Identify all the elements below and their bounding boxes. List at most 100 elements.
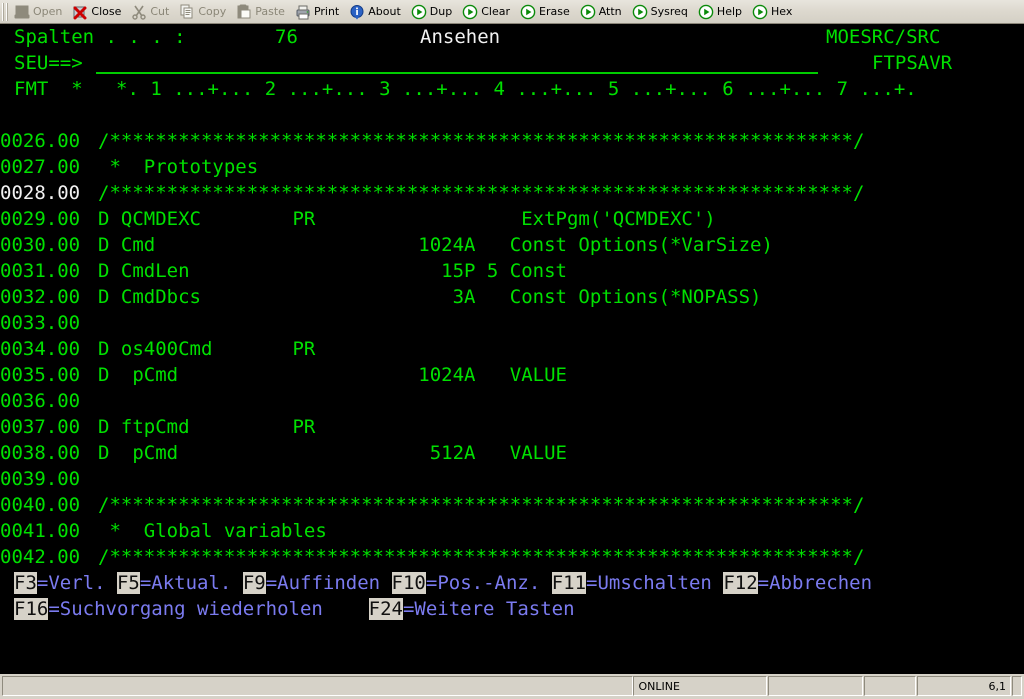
toolbar-button-label: Open bbox=[33, 5, 63, 18]
toolbar-button-sysreq[interactable]: Sysreq bbox=[629, 1, 694, 23]
toolbar-button-dup[interactable]: Dup bbox=[408, 1, 458, 23]
seu-command-label: SEU==> bbox=[14, 52, 83, 74]
source-line-number[interactable]: 0038.00 bbox=[0, 440, 80, 466]
source-line-number[interactable]: 0042.00 bbox=[0, 544, 80, 570]
green-play-icon bbox=[632, 4, 648, 20]
toolbar-button-close[interactable]: Close bbox=[69, 1, 127, 23]
status-panel-trailing bbox=[1011, 676, 1022, 696]
function-key-f24[interactable]: F24 bbox=[368, 598, 403, 620]
column-ruler: *. 1 ...+... 2 ...+... 3 ...+... 4 ...+.… bbox=[116, 78, 917, 100]
green-play-icon bbox=[752, 4, 768, 20]
function-key-f10[interactable]: F10 bbox=[391, 572, 426, 594]
function-key-legend-row-2: F16=Suchvorgang wiederholen F24=Weitere … bbox=[14, 596, 575, 622]
source-line-text[interactable]: D os400Cmd PR bbox=[98, 336, 315, 362]
toolbar-button-attn[interactable]: Attn bbox=[577, 1, 628, 23]
source-line-number[interactable]: 0034.00 bbox=[0, 336, 80, 362]
copy-pages-icon bbox=[179, 4, 195, 20]
columns-label: Spalten . . . : bbox=[14, 26, 186, 48]
toolbar-button-label: Close bbox=[91, 5, 122, 18]
source-line-number[interactable]: 0027.00 bbox=[0, 154, 80, 180]
printer-icon bbox=[295, 4, 311, 20]
toolbar-button-label: Sysreq bbox=[650, 5, 688, 18]
source-line-text[interactable]: /***************************************… bbox=[98, 180, 864, 206]
connection-status-panel: ONLINE bbox=[633, 676, 767, 696]
source-line-number[interactable]: 0028.00 bbox=[0, 180, 80, 206]
fmt-label: FMT * bbox=[14, 78, 83, 100]
source-line-text[interactable]: D CmdLen 15P 5 Const bbox=[98, 258, 567, 284]
terminal-screen[interactable]: Spalten . . . : 6 76 Ansehen MOESRC/SRC … bbox=[0, 24, 1024, 672]
green-play-icon bbox=[411, 4, 427, 20]
source-line-text[interactable]: D CmdDbcs 3A Const Options(*NOPASS) bbox=[98, 284, 761, 310]
function-key-description: =Auffinden bbox=[265, 572, 392, 594]
function-key-legend-row-1: F3=Verl. F5=Aktual. F9=Auffinden F10=Pos… bbox=[14, 570, 872, 596]
function-key-description: =Suchvorgang wiederholen bbox=[48, 598, 369, 620]
toolbar-button-help[interactable]: Help bbox=[695, 1, 748, 23]
source-line-number[interactable]: 0040.00 bbox=[0, 492, 80, 518]
library-file-label: MOESRC/SRC bbox=[826, 26, 941, 48]
function-key-f5[interactable]: F5 bbox=[116, 572, 140, 594]
source-line-number[interactable]: 0041.00 bbox=[0, 518, 80, 544]
source-line-number[interactable]: 0033.00 bbox=[0, 310, 80, 336]
toolbar-button-label: Clear bbox=[481, 5, 510, 18]
toolbar-button-about[interactable]: About bbox=[346, 1, 407, 23]
function-key-f3[interactable]: F3 bbox=[14, 572, 37, 594]
source-line-text[interactable]: D Cmd 1024A Const Options(*VarSize) bbox=[98, 232, 773, 258]
columns-to: 76 bbox=[275, 26, 298, 48]
toolbar-button-label: Attn bbox=[598, 5, 622, 18]
function-key-f12[interactable]: F12 bbox=[723, 572, 758, 594]
toolbar-button-label: Copy bbox=[198, 5, 227, 18]
toolbar-button-label: Paste bbox=[255, 5, 285, 18]
function-key-f16[interactable]: F16 bbox=[14, 598, 49, 620]
source-line-number[interactable]: 0036.00 bbox=[0, 388, 80, 414]
source-line-number[interactable]: 0029.00 bbox=[0, 206, 80, 232]
green-play-icon bbox=[462, 4, 478, 20]
source-line-text[interactable]: D pCmd 512A VALUE bbox=[98, 440, 567, 466]
function-key-description: =Umschalten bbox=[586, 572, 724, 594]
terminal-emulator-window: Open Close Cut Copy Paste Print About Dup Clear E… bbox=[0, 0, 1024, 699]
toolbar-button-erase[interactable]: Erase bbox=[517, 1, 576, 23]
source-line-text[interactable]: * Global variables bbox=[98, 518, 326, 544]
status-panel-x bbox=[767, 676, 863, 696]
toolbar-button-label: Hex bbox=[771, 5, 793, 18]
seu-command-input[interactable] bbox=[96, 50, 818, 74]
toolbar-button-label: Erase bbox=[539, 5, 570, 18]
source-line-number[interactable]: 0030.00 bbox=[0, 232, 80, 258]
source-line-text[interactable]: D ftpCmd PR bbox=[98, 414, 315, 440]
source-line-number[interactable]: 0039.00 bbox=[0, 466, 80, 492]
toolbar-button-cut: Cut bbox=[128, 1, 175, 23]
source-line-text[interactable]: /***************************************… bbox=[98, 544, 864, 570]
source-line-number[interactable]: 0026.00 bbox=[0, 128, 80, 154]
close-x-icon bbox=[72, 4, 88, 20]
toolbar-drag-handle[interactable] bbox=[2, 2, 9, 21]
green-play-icon bbox=[520, 4, 536, 20]
source-line-number[interactable]: 0031.00 bbox=[0, 258, 80, 284]
source-line-number[interactable]: 0035.00 bbox=[0, 362, 80, 388]
toolbar-button-hex[interactable]: Hex bbox=[749, 1, 798, 23]
status-bar: ONLINE 6,1 bbox=[0, 672, 1024, 699]
toolbar-button-print[interactable]: Print bbox=[292, 1, 345, 23]
header-columns-row: Spalten . . . : bbox=[14, 24, 186, 50]
function-key-f11[interactable]: F11 bbox=[551, 572, 587, 594]
green-play-icon bbox=[698, 4, 714, 20]
toolbar-button-clear[interactable]: Clear bbox=[459, 1, 516, 23]
source-line-number[interactable]: 0037.00 bbox=[0, 414, 80, 440]
toolbar-button-copy: Copy bbox=[176, 1, 232, 23]
columns-from: 6 bbox=[230, 26, 242, 48]
info-icon bbox=[349, 4, 365, 20]
source-line-text[interactable]: * Prototypes bbox=[98, 154, 258, 180]
function-key-f9[interactable]: F9 bbox=[242, 572, 266, 594]
member-name-label: FTPSAVR bbox=[872, 52, 953, 74]
source-line-text[interactable]: D QCMDEXC PR ExtPgm('QCMDEXC') bbox=[98, 206, 716, 232]
source-line-text[interactable]: /***************************************… bbox=[98, 128, 864, 154]
scissors-icon bbox=[131, 4, 147, 20]
terminal-screen-area[interactable]: Spalten . . . : 6 76 Ansehen MOESRC/SRC … bbox=[0, 24, 1024, 672]
green-play-icon bbox=[580, 4, 596, 20]
toolbar-button-label: About bbox=[368, 5, 401, 18]
source-line-text[interactable]: /***************************************… bbox=[98, 492, 864, 518]
status-panel-y bbox=[863, 676, 916, 696]
screen-mode-title: Ansehen bbox=[420, 26, 501, 48]
function-key-description: =Pos.-Anz. bbox=[425, 572, 552, 594]
toolbar-button-paste: Paste bbox=[233, 1, 291, 23]
source-line-text[interactable]: D pCmd 1024A VALUE bbox=[98, 362, 567, 388]
source-line-number[interactable]: 0032.00 bbox=[0, 284, 80, 310]
